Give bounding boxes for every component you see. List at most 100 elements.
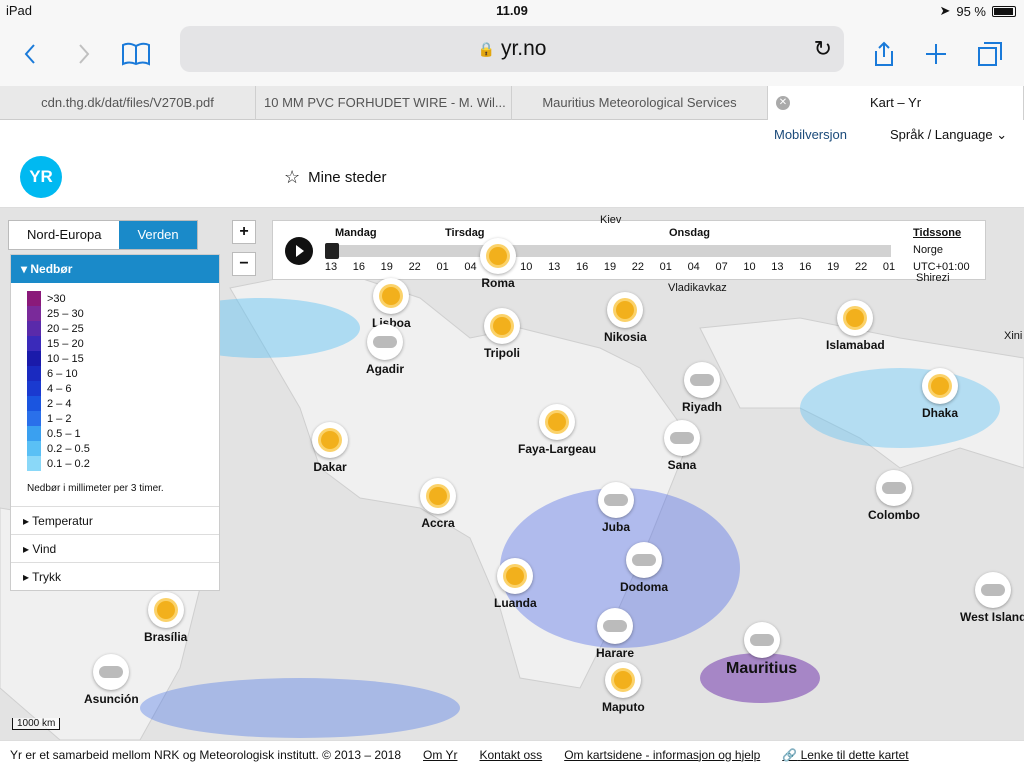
timeline-hour[interactable]: 07: [710, 261, 734, 273]
timeline-hour[interactable]: 19: [375, 261, 399, 273]
new-tab-icon[interactable]: [918, 36, 954, 72]
city-marker[interactable]: Luanda: [494, 558, 537, 610]
timeline-panel: Mandag Tirsdag Onsdag 131619220104071013…: [272, 220, 986, 280]
nedbor-header[interactable]: ▾ Nedbør: [11, 255, 219, 283]
mobile-version-link[interactable]: Mobilversjon: [774, 127, 847, 142]
city-marker[interactable]: Maputo: [602, 662, 645, 714]
tabs-icon[interactable]: [972, 36, 1008, 72]
city-marker[interactable]: Brasília: [144, 592, 187, 644]
precip-scale-item: 1 – 2: [11, 411, 219, 426]
city-marker[interactable]: Roma: [480, 238, 516, 290]
city-marker[interactable]: Riyadh: [682, 362, 722, 414]
mine-steder-link[interactable]: ☆ Mine steder: [284, 167, 387, 188]
city-marker[interactable]: West Island: [960, 572, 1024, 624]
tab-kart-yr[interactable]: ✕ Kart – Yr: [768, 86, 1024, 120]
play-button[interactable]: [285, 237, 313, 265]
section-trykk[interactable]: ▸ Trykk: [11, 562, 219, 590]
city-marker[interactable]: Tripoli: [484, 308, 520, 360]
timeline-hour[interactable]: 04: [459, 261, 483, 273]
bookmarks-icon[interactable]: [118, 36, 154, 72]
timeline-handle[interactable]: [325, 243, 339, 259]
timeline-hour[interactable]: 22: [626, 261, 650, 273]
section-vind[interactable]: ▸ Vind: [11, 534, 219, 562]
cloud-icon: [684, 362, 720, 398]
link-kontakt[interactable]: Kontakt oss: [479, 748, 542, 762]
timeline-hour[interactable]: 10: [514, 261, 538, 273]
city-marker[interactable]: Shirezi: [916, 272, 950, 284]
city-marker[interactable]: Dodoma: [620, 542, 668, 594]
weather-map[interactable]: Nord-Europa Verden + − ▾ Nedbør >30 25 – …: [0, 208, 1024, 740]
timeline-hour[interactable]: 16: [570, 261, 594, 273]
close-icon[interactable]: ✕: [776, 96, 790, 110]
precip-swatch: [27, 441, 41, 456]
legend-note: Nedbør i millimeter per 3 timer.: [27, 483, 164, 494]
tab-pdf[interactable]: cdn.thg.dk/dat/files/V270B.pdf: [0, 86, 256, 120]
precip-swatch: [27, 291, 41, 306]
active-tab-label: Kart – Yr: [869, 95, 922, 110]
precip-range-label: 15 – 20: [47, 337, 84, 350]
timeline-slider[interactable]: [325, 243, 891, 259]
city-marker[interactable]: Mauritius: [726, 622, 797, 678]
timeline-hour[interactable]: 16: [793, 261, 817, 273]
reload-icon[interactable]: ↻: [814, 36, 832, 62]
city-marker[interactable]: Accra: [420, 478, 456, 530]
city-marker[interactable]: Harare: [596, 608, 634, 660]
timeline-hour[interactable]: 22: [403, 261, 427, 273]
precip-swatch: [27, 336, 41, 351]
timeline-hour[interactable]: 16: [347, 261, 371, 273]
city-marker[interactable]: Faya-Largeau: [518, 404, 596, 456]
city-marker[interactable]: Colombo: [868, 470, 920, 522]
tab-wire[interactable]: 10 MM PVC FORHUDET WIRE - M. Wil...: [256, 86, 512, 120]
city-marker[interactable]: Juba: [598, 482, 634, 534]
city-marker[interactable]: Nikosia: [604, 292, 647, 344]
yr-logo[interactable]: YR: [20, 156, 62, 198]
region-toggle: Nord-Europa Verden: [8, 220, 198, 250]
city-marker[interactable]: Dhaka: [922, 368, 958, 420]
tab-mauritius[interactable]: Mauritius Meteorological Services: [512, 86, 768, 120]
city-marker[interactable]: Lisboa: [372, 278, 411, 330]
address-bar[interactable]: 🔒 yr.no ↻: [180, 26, 844, 72]
city-marker[interactable]: Xini: [1004, 330, 1022, 342]
link-lenke-kartet[interactable]: 🔗 Lenke til dette kartet: [782, 748, 908, 762]
city-marker[interactable]: Islamabad: [826, 300, 885, 352]
forward-icon[interactable]: [66, 36, 102, 72]
timeline-hour[interactable]: 22: [849, 261, 873, 273]
timeline-hour[interactable]: 04: [682, 261, 706, 273]
city-marker[interactable]: Asunción: [84, 654, 139, 706]
cloud-icon: [626, 542, 662, 578]
day-tirsdag: Tirsdag: [445, 227, 485, 239]
timeline-hour[interactable]: 10: [738, 261, 762, 273]
tab-nord-europa[interactable]: Nord-Europa: [9, 221, 119, 249]
city-marker[interactable]: Agadir: [366, 324, 404, 376]
timeline-hour[interactable]: 19: [821, 261, 845, 273]
city-label: Vladikavkaz: [668, 282, 727, 294]
precip-range-label: 0.5 – 1: [47, 427, 81, 440]
timeline-hour[interactable]: 19: [598, 261, 622, 273]
city-marker[interactable]: Kiev: [600, 214, 621, 226]
precip-scale-item: 4 – 6: [11, 381, 219, 396]
link-om-kartsidene[interactable]: Om kartsidene - informasjon og hjelp: [564, 748, 760, 762]
tab-verden[interactable]: Verden: [119, 221, 197, 249]
timeline-hour[interactable]: 13: [319, 261, 343, 273]
city-label: Dhaka: [922, 406, 959, 420]
timeline-hour[interactable]: 13: [542, 261, 566, 273]
city-marker[interactable]: Sana: [664, 420, 700, 472]
timeline-hour[interactable]: 01: [877, 261, 901, 273]
link-om-yr[interactable]: Om Yr: [423, 748, 457, 762]
language-select[interactable]: Språk / Language ⌄: [890, 127, 1007, 143]
city-label: Shirezi: [916, 272, 950, 284]
city-label: Juba: [601, 520, 630, 534]
timeline-hour[interactable]: 13: [765, 261, 789, 273]
timeline-hour[interactable]: 01: [654, 261, 678, 273]
back-icon[interactable]: [12, 36, 48, 72]
section-temperatur[interactable]: ▸ Temperatur: [11, 506, 219, 534]
timezone-link[interactable]: Tidssone: [913, 227, 961, 239]
city-marker[interactable]: Dakar: [312, 422, 348, 474]
timeline-hour[interactable]: 01: [431, 261, 455, 273]
precip-scale-item: 10 – 15: [11, 351, 219, 366]
precip-range-label: 2 – 4: [47, 397, 72, 410]
zoom-out-button[interactable]: −: [232, 252, 256, 276]
share-icon[interactable]: [866, 36, 902, 72]
zoom-in-button[interactable]: +: [232, 220, 256, 244]
city-marker[interactable]: Vladikavkaz: [668, 282, 727, 294]
